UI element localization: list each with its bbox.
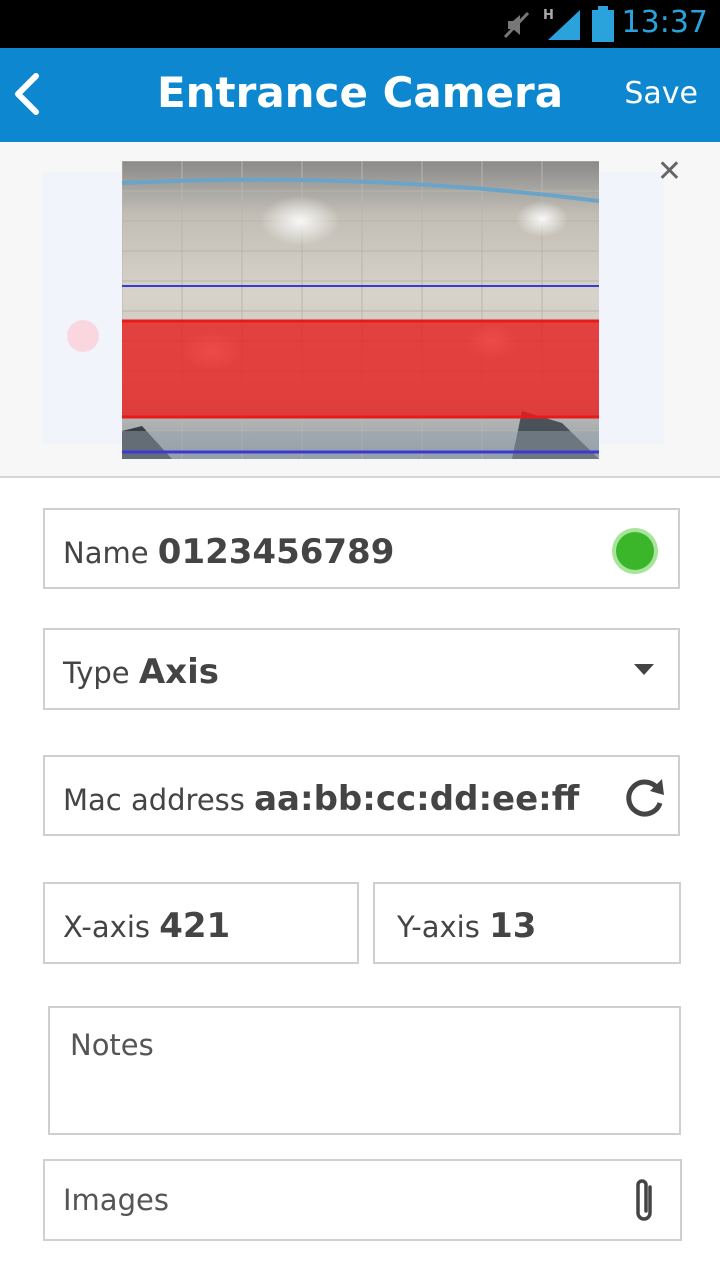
paperclip-icon[interactable]	[630, 1175, 658, 1227]
detection-zone[interactable]	[122, 321, 599, 417]
name-label: Name	[63, 536, 149, 570]
camera-preview-panel: ✕	[0, 142, 720, 478]
back-button[interactable]	[8, 66, 58, 122]
page-title: Entrance Camera	[156, 68, 564, 117]
signal-h-icon: H	[543, 8, 580, 40]
name-value: 0123456789	[157, 532, 395, 572]
type-value: Axis	[138, 652, 219, 692]
chevron-left-icon	[15, 73, 39, 115]
app-bar: Entrance Camera Save	[0, 48, 720, 142]
x-axis-field[interactable]: X-axis 421	[43, 882, 359, 964]
refresh-icon[interactable]	[622, 775, 668, 819]
name-field[interactable]: Name 0123456789	[43, 508, 680, 589]
save-button[interactable]: Save	[624, 76, 698, 111]
images-label: Images	[63, 1183, 169, 1217]
mac-address-field[interactable]: Mac address aa:bb:cc:dd:ee:ff	[43, 755, 680, 836]
clock: 13:37	[621, 5, 708, 40]
notes-textarea[interactable]: Notes	[48, 1006, 681, 1135]
y-axis-field[interactable]: Y-axis 13	[373, 882, 681, 964]
mac-label: Mac address	[63, 783, 245, 817]
status-indicator	[616, 532, 654, 570]
x-axis-value: 421	[159, 906, 231, 946]
x-axis-label: X-axis	[63, 910, 150, 944]
dropdown-arrow-icon	[634, 664, 654, 675]
y-axis-label: Y-axis	[397, 910, 480, 944]
type-dropdown[interactable]: Type Axis	[43, 628, 680, 710]
battery-icon	[592, 6, 614, 42]
camera-image	[122, 161, 599, 459]
svg-text:H: H	[543, 8, 554, 23]
mute-icon	[503, 11, 530, 39]
type-label: Type	[63, 656, 130, 690]
mac-value: aa:bb:cc:dd:ee:ff	[254, 779, 580, 819]
camera-overlay[interactable]	[122, 161, 599, 459]
y-axis-value: 13	[489, 906, 537, 946]
notes-placeholder: Notes	[70, 1028, 154, 1062]
status-bar: H 13:37	[0, 0, 720, 48]
images-field[interactable]: Images	[43, 1159, 682, 1241]
close-icon[interactable]: ✕	[657, 154, 682, 189]
zone-handle[interactable]	[67, 320, 99, 352]
